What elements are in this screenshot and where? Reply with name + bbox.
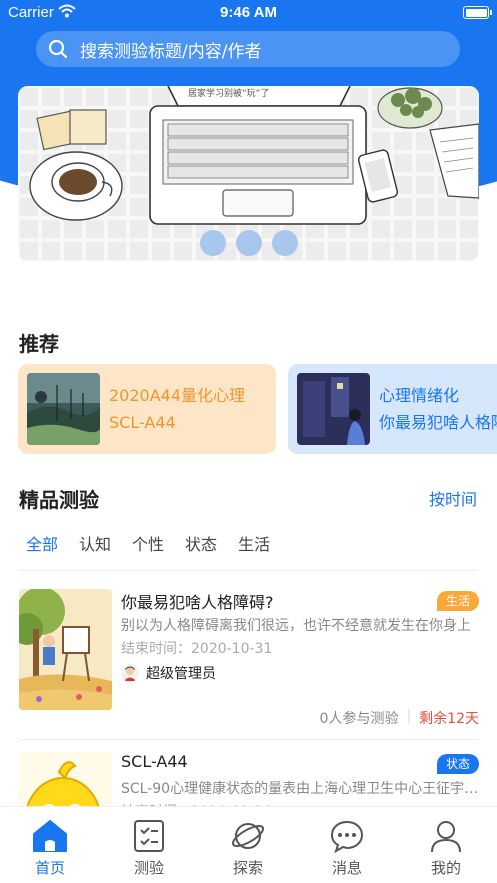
tab-label: 我的 bbox=[430, 859, 461, 877]
divider bbox=[19, 570, 477, 571]
search-bar[interactable]: 搜索测验标题/内容/作者 bbox=[36, 31, 460, 67]
recommend-card-subtitle: 你最易犯啥人格障碍？ bbox=[379, 413, 497, 432]
tab-label: 探索 bbox=[232, 859, 263, 877]
quiz-cover-image bbox=[19, 589, 112, 710]
battery-icon bbox=[463, 6, 492, 19]
quiz-stats: 0人参与测验 | 剩余12天 bbox=[320, 708, 479, 728]
quiz-description: SCL-90心理健康状态的量表由上海心理卫生中心王征宇编制 bbox=[121, 781, 479, 797]
tab-all[interactable]: 全部 bbox=[26, 531, 58, 555]
divider bbox=[19, 739, 479, 740]
quiz-list-item[interactable]: 你最易犯啥人格障碍? 生活 别以为人格障碍离我们很远，也许不经意就发生在你身上 … bbox=[19, 589, 479, 729]
carousel-dot[interactable] bbox=[199, 230, 226, 256]
quiz-title: SCL-A44 bbox=[121, 752, 188, 771]
tab-cognition[interactable]: 认知 bbox=[79, 531, 111, 555]
clock: 9:46 AM bbox=[220, 4, 277, 21]
recommend-card[interactable]: 心理情绪化 你最易犯啥人格障碍？ bbox=[288, 364, 497, 454]
tab-messages[interactable]: 消息 bbox=[317, 819, 377, 878]
category-badge: 生活 bbox=[436, 591, 479, 611]
tab-explore[interactable]: 探索 bbox=[218, 819, 278, 878]
search-icon bbox=[48, 39, 68, 59]
tab-profile[interactable]: 我的 bbox=[416, 819, 476, 878]
tab-label: 首页 bbox=[34, 859, 65, 877]
person-icon bbox=[431, 821, 461, 853]
carousel-dot[interactable] bbox=[271, 230, 298, 256]
recommend-title: 推荐 bbox=[19, 332, 59, 356]
remaining-days: 剩余12天 bbox=[419, 711, 479, 727]
quiz-list-item[interactable]: SCL-A44 状态 SCL-90心理健康状态的量表由上海心理卫生中心王征宇编制… bbox=[19, 752, 479, 873]
category-badge: 状态 bbox=[436, 754, 479, 774]
bottom-tab-bar: 首页 测验 探索 消息 我的 bbox=[0, 806, 497, 883]
quiz-end-time: 结束时间：2020-10-31 bbox=[121, 641, 273, 657]
recommend-card-subtitle: SCL-A44 bbox=[109, 413, 176, 432]
quiz-title: 你最易犯啥人格障碍? bbox=[121, 593, 274, 612]
recommend-thumbnail bbox=[297, 373, 370, 445]
checklist-icon bbox=[134, 820, 164, 852]
tab-home[interactable]: 首页 bbox=[20, 819, 80, 878]
category-tabs: 全部 认知 个性 状态 生活 bbox=[26, 531, 270, 555]
search-input[interactable]: 搜索测验标题/内容/作者 bbox=[80, 37, 261, 62]
carousel-indicator[interactable] bbox=[0, 230, 497, 256]
recommend-thumbnail bbox=[27, 373, 100, 445]
chat-icon bbox=[330, 820, 364, 853]
home-icon bbox=[33, 820, 67, 852]
carousel-dot[interactable] bbox=[235, 230, 262, 256]
recommend-card-title: 心理情绪化 bbox=[379, 386, 460, 405]
author-name: 超级管理员 bbox=[146, 666, 216, 682]
tab-label: 消息 bbox=[331, 859, 362, 877]
quiz-description: 别以为人格障碍离我们很远，也许不经意就发生在你身上 bbox=[121, 618, 471, 634]
avatar bbox=[121, 664, 139, 682]
planet-icon bbox=[231, 823, 265, 849]
recommend-card-title: 2020A44量化心理 bbox=[109, 386, 246, 405]
tab-life[interactable]: 生活 bbox=[238, 531, 270, 555]
status-bar: Carrier 9:46 AM bbox=[0, 0, 497, 26]
tab-label: 测验 bbox=[133, 859, 164, 877]
tab-quiz[interactable]: 测验 bbox=[119, 819, 179, 878]
sort-by-time-button[interactable]: 按时间 bbox=[429, 486, 477, 510]
participant-count: 0人参与测验 bbox=[319, 711, 399, 727]
premium-quiz-title: 精品测验 bbox=[19, 488, 99, 512]
quiz-author: 超级管理员 bbox=[121, 663, 216, 683]
recommend-card[interactable]: 2020A44量化心理 SCL-A44 bbox=[18, 364, 276, 454]
divider: | bbox=[406, 708, 412, 724]
tab-personality[interactable]: 个性 bbox=[132, 531, 164, 555]
tab-state[interactable]: 状态 bbox=[185, 531, 217, 555]
banner-caption: 居家学习别被“玩”了 bbox=[188, 87, 269, 99]
